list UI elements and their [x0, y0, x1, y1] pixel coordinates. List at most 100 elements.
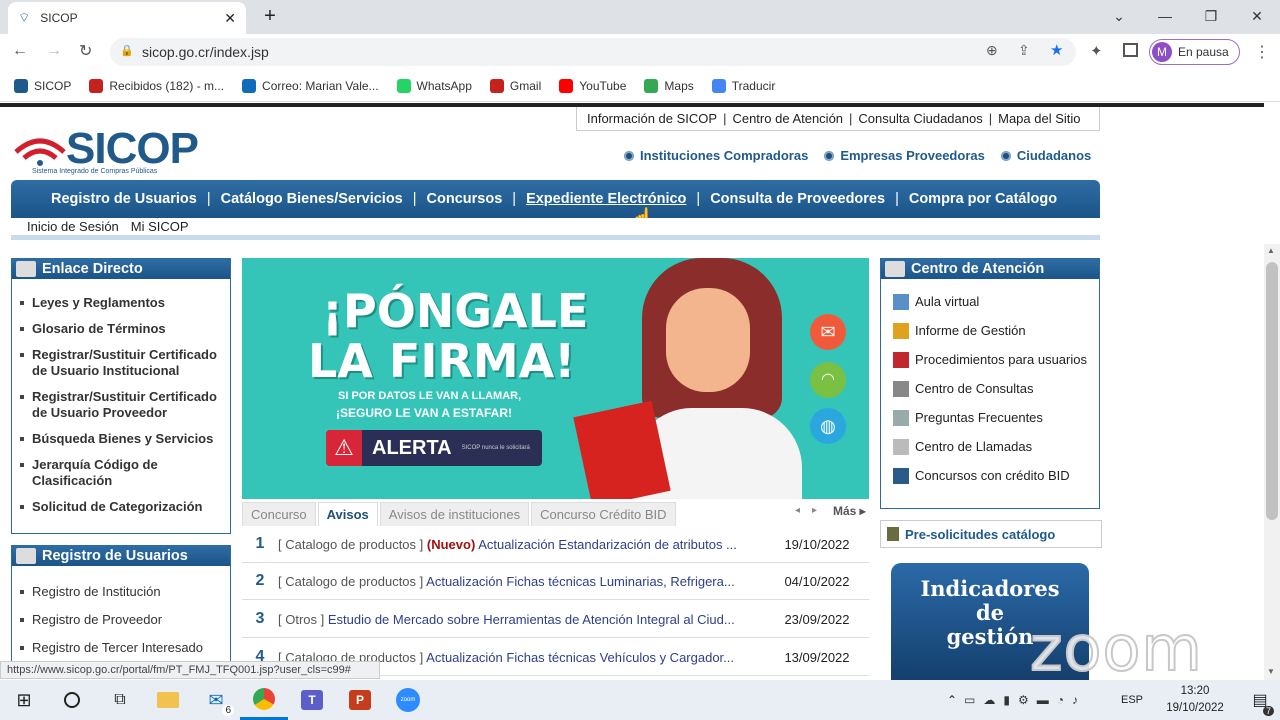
back-icon[interactable]: ←: [12, 42, 28, 60]
presolicitudes-link[interactable]: Pre-solicitudes catálogo: [880, 520, 1102, 548]
bullet-icon: [624, 150, 634, 161]
enlace-item[interactable]: Registrar/Sustituir Certificado de Usuar…: [12, 389, 230, 421]
atencion-item[interactable]: Preguntas Frecuentes: [881, 403, 1099, 432]
alert-banner[interactable]: ¡PÓNGALE LA FIRMA! SI POR DATOS LE VAN A…: [242, 258, 869, 499]
notification-center-icon[interactable]: ▤ 7: [1240, 690, 1280, 716]
top-link[interactable]: Consulta Ciudadanos: [858, 111, 982, 126]
notice-tab[interactable]: Avisos de instituciones: [379, 502, 530, 526]
scrollbar-thumb[interactable]: [1266, 262, 1278, 520]
forward-icon[interactable]: →: [46, 42, 62, 60]
atencion-item[interactable]: Centro de Llamadas: [881, 432, 1099, 461]
sicop-logo[interactable]: SICOP Sistema Integrado de Compras Públi…: [12, 124, 212, 180]
atencion-item[interactable]: Concursos con crédito BID: [881, 461, 1099, 490]
main-nav-item[interactable]: Concursos: [427, 191, 503, 207]
close-tab-icon[interactable]: ✕: [224, 10, 236, 27]
alert-text: ALERTA: [372, 436, 452, 459]
extensions-icon[interactable]: ✦: [1090, 42, 1103, 60]
file-explorer-icon[interactable]: [144, 680, 192, 720]
enlace-item[interactable]: Jerarquía Código de Clasificación: [12, 457, 230, 489]
new-tab-button[interactable]: +: [258, 4, 282, 28]
top-link[interactable]: Mapa del Sitio: [998, 111, 1080, 126]
registro-item[interactable]: Registro de Proveedor: [12, 612, 230, 627]
more-link[interactable]: Más ▸: [833, 504, 866, 518]
role-link[interactable]: Instituciones Compradoras: [624, 148, 808, 163]
task-view-icon[interactable]: ⧉: [96, 680, 144, 720]
bookmark-item[interactable]: WhatsApp: [396, 78, 472, 93]
enlace-item[interactable]: Registrar/Sustituir Certificado de Usuar…: [12, 347, 230, 379]
tray-chevron-icon[interactable]: ⌃: [940, 693, 964, 707]
notice-text: [ Catalogo de productos ] (Nuevo) Actual…: [278, 537, 765, 552]
address-bar[interactable]: 🔒 sicop.go.cr/index.jsp ⊕ ⇪ ★: [110, 38, 1076, 66]
windows-start-icon[interactable]: ⊞: [0, 680, 48, 720]
atencion-item[interactable]: Informe de Gestión: [881, 316, 1099, 345]
chrome-icon[interactable]: [240, 680, 288, 720]
teams-icon[interactable]: T: [288, 680, 336, 720]
warning-icon: ⚠: [326, 430, 362, 466]
role-link[interactable]: Empresas Proveedoras: [824, 148, 985, 163]
main-nav-item[interactable]: Expediente Electrónico: [526, 191, 686, 207]
main-nav-item[interactable]: Compra por Catálogo: [909, 191, 1057, 207]
notice-tab[interactable]: Avisos: [317, 502, 378, 526]
close-window-button[interactable]: ✕: [1234, 0, 1280, 32]
notice-row[interactable]: 2 [ Catalogo de productos ] Actualización…: [242, 563, 869, 600]
notice-tab[interactable]: Concurso: [242, 502, 316, 526]
profile-button[interactable]: M En pausa: [1149, 39, 1240, 65]
enlace-item[interactable]: Glosario de Términos: [12, 321, 230, 337]
tab-search-icon[interactable]: ⌄: [1096, 0, 1142, 32]
enlace-item[interactable]: Solicitud de Categorización: [12, 499, 230, 515]
atencion-label: Preguntas Frecuentes: [915, 410, 1043, 425]
registro-item[interactable]: Registro de Institución: [12, 584, 230, 599]
main-nav-item[interactable]: Catálogo Bienes/Servicios: [221, 191, 403, 207]
bookmark-star-icon[interactable]: ★: [1050, 41, 1063, 59]
zoom-icon[interactable]: ⊕: [986, 42, 998, 59]
bookmark-item[interactable]: Recibidos (182) - m...: [89, 78, 225, 93]
zoom-app-icon[interactable]: zoom: [384, 680, 432, 720]
scroll-up-icon[interactable]: ▲: [1267, 246, 1275, 255]
enlace-item[interactable]: Búsqueda Bienes y Servicios: [12, 431, 230, 447]
main-nav-item[interactable]: Registro de Usuarios: [51, 191, 197, 207]
atencion-item[interactable]: Centro de Consultas: [881, 374, 1099, 403]
top-link[interactable]: Centro de Atención: [732, 111, 843, 126]
bookmark-label: Gmail: [509, 78, 542, 93]
mail-app-icon[interactable]: ✉ 6: [192, 680, 240, 720]
scroll-down-icon[interactable]: ▼: [1267, 667, 1275, 676]
top-link[interactable]: Información de SICOP: [587, 111, 717, 126]
clock[interactable]: 13:20 19/10/2022: [1150, 683, 1240, 717]
main-nav-item[interactable]: Consulta de Proveedores: [710, 191, 885, 207]
bullet-icon: [1000, 150, 1011, 161]
minimize-button[interactable]: —: [1142, 0, 1188, 32]
bookmark-item[interactable]: Maps: [644, 78, 694, 93]
bookmark-item[interactable]: SICOP: [14, 78, 71, 93]
atencion-item[interactable]: Aula virtual: [881, 287, 1099, 316]
reload-icon[interactable]: ↻: [79, 41, 92, 61]
pager-next-icon[interactable]: ▸: [812, 505, 817, 516]
bookmark-item[interactable]: Traducir: [711, 78, 775, 93]
enlace-item[interactable]: Leyes y Reglamentos: [12, 295, 230, 311]
bookmark-item[interactable]: Gmail: [489, 78, 542, 93]
tray-icons[interactable]: ▭☁▮⚙▬◔♪: [964, 693, 1114, 707]
restore-button[interactable]: ❐: [1188, 0, 1234, 32]
role-link[interactable]: Ciudadanos: [1000, 148, 1091, 163]
registro-usuarios-title: Registro de Usuarios: [42, 548, 188, 564]
side-panel-icon[interactable]: [1123, 43, 1138, 57]
bookmark-item[interactable]: Correo: Marian Vale...: [242, 78, 379, 93]
language-indicator[interactable]: ESP: [1114, 694, 1150, 706]
notice-tab[interactable]: Concurso Crédito BID: [531, 502, 676, 526]
sub-nav-item[interactable]: Mi SICOP: [131, 219, 189, 234]
notices-tabs: Concurso Avisos Avisos de instituciones Con…: [242, 502, 869, 526]
pager-prev-icon[interactable]: ◂: [795, 505, 800, 516]
notice-row[interactable]: 3 [ Otros ] Estudio de Mercado sobre Herr…: [242, 601, 869, 638]
globe-icon: [893, 467, 909, 484]
bookmark-icon: [489, 78, 504, 93]
browser-tab[interactable]: ⌔ SICOP ✕: [8, 2, 246, 34]
bookmark-item[interactable]: YouTube: [559, 78, 626, 93]
powerpoint-icon[interactable]: P: [336, 680, 384, 720]
sub-nav-item[interactable]: Inicio de Sesión: [27, 219, 119, 234]
bookmark-label: Recibidos (182) - m...: [109, 78, 225, 93]
notice-row[interactable]: 1 [ Catalogo de productos ] (Nuevo) Actua…: [242, 526, 869, 563]
atencion-item[interactable]: Procedimientos para usuarios: [881, 345, 1099, 374]
share-icon[interactable]: ⇪: [1018, 42, 1030, 59]
menu-icon[interactable]: ⋮: [1254, 42, 1270, 62]
registro-item[interactable]: Registro de Tercer Interesado: [12, 640, 230, 655]
search-icon[interactable]: [48, 680, 96, 720]
